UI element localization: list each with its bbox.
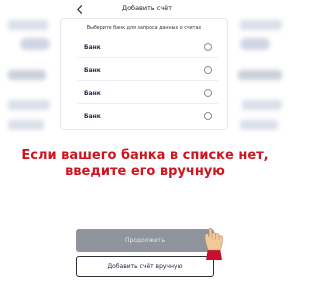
card-subtitle: Выберите банк для запроса данных о счета… <box>86 26 202 31</box>
radio-button[interactable] <box>204 66 212 74</box>
bank-selection-card: Выберите банк для запроса данных о счета… <box>60 18 228 130</box>
page-title: Добавить счёт <box>122 4 172 12</box>
bank-option[interactable]: Банк <box>61 82 227 104</box>
bank-option-label: Банк <box>84 43 101 51</box>
add-account-screen: Добавить счёт Выберите банк для запроса … <box>0 0 290 290</box>
bank-option-label: Банк <box>84 66 101 74</box>
header: Добавить счёт <box>60 0 230 16</box>
bank-option-label: Банк <box>84 112 101 120</box>
chevron-left-icon <box>76 0 83 18</box>
back-button[interactable] <box>73 2 85 14</box>
bank-option-label: Банк <box>84 89 101 97</box>
bank-option[interactable]: Банк <box>61 105 227 127</box>
continue-button[interactable]: Продолжить <box>76 229 214 252</box>
caption-line-1: Если вашего банка в списке нет, <box>21 148 269 163</box>
radio-button[interactable] <box>204 112 212 120</box>
radio-button[interactable] <box>204 43 212 51</box>
add-account-manually-button[interactable]: Добавить счёт вручную <box>76 256 214 277</box>
instruction-caption: Если вашего банка в списке нет, введите … <box>0 148 290 180</box>
hand-pointer-icon <box>200 222 228 262</box>
radio-button[interactable] <box>204 89 212 97</box>
caption-line-2: введите его вручную <box>65 164 225 179</box>
bank-option[interactable]: Банк <box>61 36 227 58</box>
bank-option[interactable]: Банк <box>61 59 227 81</box>
